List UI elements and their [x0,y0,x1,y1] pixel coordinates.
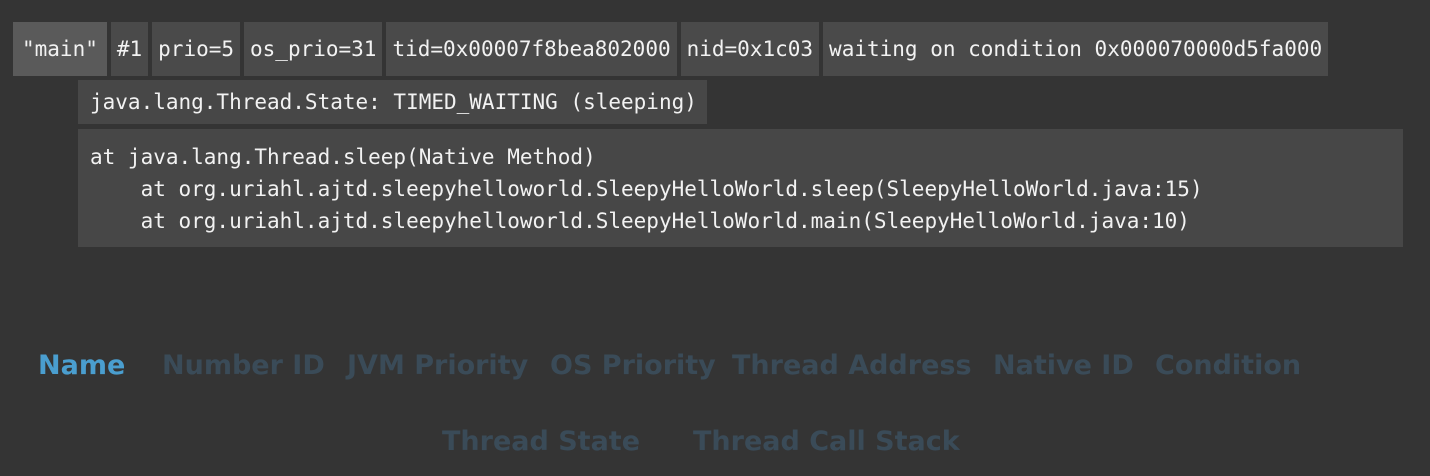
legend-condition[interactable]: Condition [1155,350,1301,381]
legend-thread-state[interactable]: Thread State [442,426,640,457]
condition-chip[interactable]: waiting on condition 0x000070000d5fa000 [823,22,1329,76]
legend-thread-address[interactable]: Thread Address [732,350,972,381]
native-id-chip[interactable]: nid=0x1c03 [680,22,820,76]
thread-number-id-chip[interactable]: #1 [110,22,149,76]
thread-address-chip[interactable]: tid=0x00007f8bea802000 [386,22,677,76]
legend-jvm-priority[interactable]: JVM Priority [347,350,528,381]
legend-thread-call-stack[interactable]: Thread Call Stack [693,426,960,457]
stack-frame: at java.lang.Thread.sleep(Native Method) [90,145,596,169]
thread-name-chip[interactable]: "main" [13,22,107,76]
thread-call-stack-box[interactable]: at java.lang.Thread.sleep(Native Method)… [78,129,1403,247]
legend-os-priority[interactable]: OS Priority [550,350,716,381]
os-priority-chip[interactable]: os_prio=31 [244,22,383,76]
legend-native-id[interactable]: Native ID [993,350,1134,381]
legend-number-id[interactable]: Number ID [162,350,325,381]
stack-frame: at org.uriahl.ajtd.sleepyhelloworld.Slee… [90,209,1190,233]
stack-frame: at org.uriahl.ajtd.sleepyhelloworld.Slee… [90,177,1203,201]
thread-header-line: "main" #1 prio=5 os_prio=31 tid=0x00007f… [13,22,1329,76]
legend-name[interactable]: Name [38,350,125,381]
thread-state-box[interactable]: java.lang.Thread.State: TIMED_WAITING (s… [78,80,707,124]
jvm-priority-chip[interactable]: prio=5 [152,22,241,76]
